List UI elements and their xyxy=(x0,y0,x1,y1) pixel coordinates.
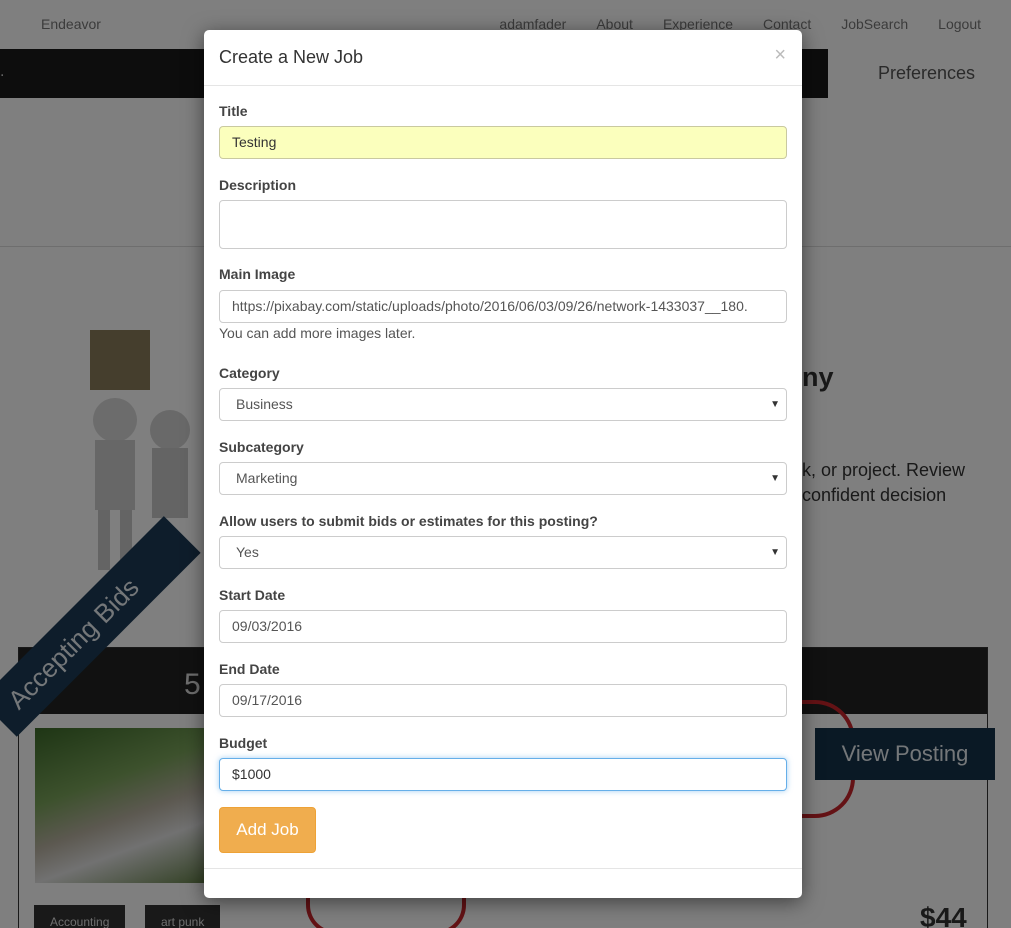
start-date-label: Start Date xyxy=(219,587,286,603)
description-textarea[interactable] xyxy=(219,200,787,249)
bids-select[interactable]: Yes ▼ xyxy=(219,536,787,569)
subcategory-label: Subcategory xyxy=(219,439,304,455)
category-label: Category xyxy=(219,365,280,381)
end-date-label: End Date xyxy=(219,661,280,677)
bids-value: Yes xyxy=(236,544,259,560)
bids-label: Allow users to submit bids or estimates … xyxy=(219,513,598,529)
caret-down-icon: ▼ xyxy=(770,547,780,558)
subcategory-value: Marketing xyxy=(236,470,298,486)
modal-header: Create a New Job × xyxy=(204,30,802,86)
caret-down-icon: ▼ xyxy=(770,399,780,410)
main-image-help: You can add more images later. xyxy=(219,325,416,341)
category-select[interactable]: Business ▼ xyxy=(219,388,787,421)
add-job-button[interactable]: Add Job xyxy=(219,807,316,853)
budget-label: Budget xyxy=(219,735,268,751)
title-label: Title xyxy=(219,103,248,119)
category-value: Business xyxy=(236,396,293,412)
modal-title: Create a New Job xyxy=(219,47,364,67)
budget-input[interactable]: $1000 xyxy=(219,758,787,791)
caret-down-icon: ▼ xyxy=(770,473,780,484)
end-date-input[interactable]: 09/17/2016 xyxy=(219,684,787,717)
title-input[interactable]: Testing xyxy=(219,126,787,159)
main-image-label: Main Image xyxy=(219,266,296,282)
start-date-input[interactable]: 09/03/2016 xyxy=(219,610,787,643)
create-job-modal: Create a New Job × Title Testing Descrip… xyxy=(204,30,802,898)
main-image-input[interactable]: https://pixabay.com/static/uploads/photo… xyxy=(219,290,787,323)
subcategory-select[interactable]: Marketing ▼ xyxy=(219,462,787,495)
description-label: Description xyxy=(219,177,297,193)
close-icon[interactable]: × xyxy=(774,44,786,67)
modal-footer-divider xyxy=(204,868,802,869)
